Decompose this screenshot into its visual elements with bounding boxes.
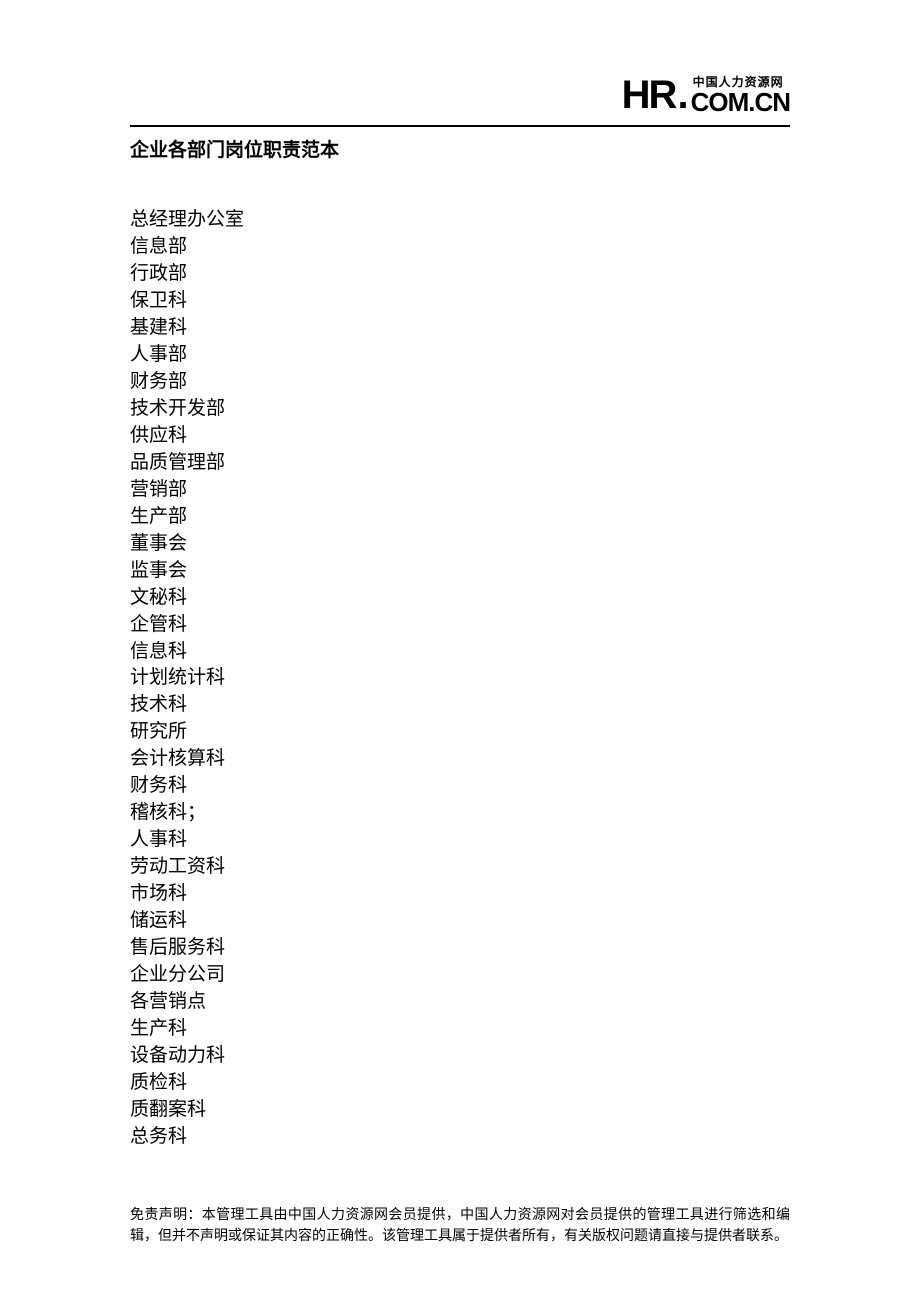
list-item: 各营销点 [130, 989, 790, 1016]
list-item: 财务部 [130, 369, 790, 396]
page-title: 企业各部门岗位职责范本 [130, 135, 790, 162]
list-item: 信息科 [130, 639, 790, 666]
list-item: 售后服务科 [130, 935, 790, 962]
list-item: 储运科 [130, 908, 790, 935]
header-divider [130, 125, 790, 127]
list-item: 稽核科； [130, 800, 790, 827]
department-list: 总经理办公室信息部行政部保卫科基建科人事部财务部技术开发部供应科品质管理部营销部… [130, 207, 790, 1151]
list-item: 研究所 [130, 719, 790, 746]
list-item: 供应科 [130, 423, 790, 450]
footer-disclaimer: 免责声明：本管理工具由中国人力资源网会员提供，中国人力资源网对会员提供的管理工具… [130, 1205, 790, 1247]
list-item: 技术开发部 [130, 396, 790, 423]
list-item: 企业分公司 [130, 962, 790, 989]
list-item: 计划统计科 [130, 665, 790, 692]
list-item: 基建科 [130, 315, 790, 342]
logo: HR . 中国人力资源网 COM.CN [622, 75, 790, 115]
list-item: 文秘科 [130, 585, 790, 612]
list-item: 质检科 [130, 1070, 790, 1097]
logo-right-block: 中国人力资源网 COM.CN [691, 76, 790, 115]
document-page: HR . 中国人力资源网 COM.CN 企业各部门岗位职责范本 总经理办公室信息… [0, 0, 920, 1302]
list-item: 技术科 [130, 692, 790, 719]
list-item: 人事部 [130, 342, 790, 369]
list-item: 保卫科 [130, 288, 790, 315]
logo-comcn: COM.CN [691, 89, 790, 115]
list-item: 生产科 [130, 1016, 790, 1043]
list-item: 营销部 [130, 477, 790, 504]
list-item: 董事会 [130, 531, 790, 558]
list-item: 总经理办公室 [130, 207, 790, 234]
list-item: 劳动工资科 [130, 854, 790, 881]
logo-dot: . [677, 75, 688, 115]
list-item: 企管科 [130, 612, 790, 639]
list-item: 会计核算科 [130, 746, 790, 773]
list-item: 设备动力科 [130, 1043, 790, 1070]
list-item: 监事会 [130, 558, 790, 585]
list-item: 质翻案科 [130, 1097, 790, 1124]
list-item: 信息部 [130, 234, 790, 261]
list-item: 市场科 [130, 881, 790, 908]
logo-hr-text: HR [622, 75, 676, 115]
list-item: 行政部 [130, 261, 790, 288]
list-item: 品质管理部 [130, 450, 790, 477]
list-item: 总务科 [130, 1124, 790, 1151]
list-item: 财务科 [130, 773, 790, 800]
list-item: 生产部 [130, 504, 790, 531]
list-item: 人事科 [130, 827, 790, 854]
